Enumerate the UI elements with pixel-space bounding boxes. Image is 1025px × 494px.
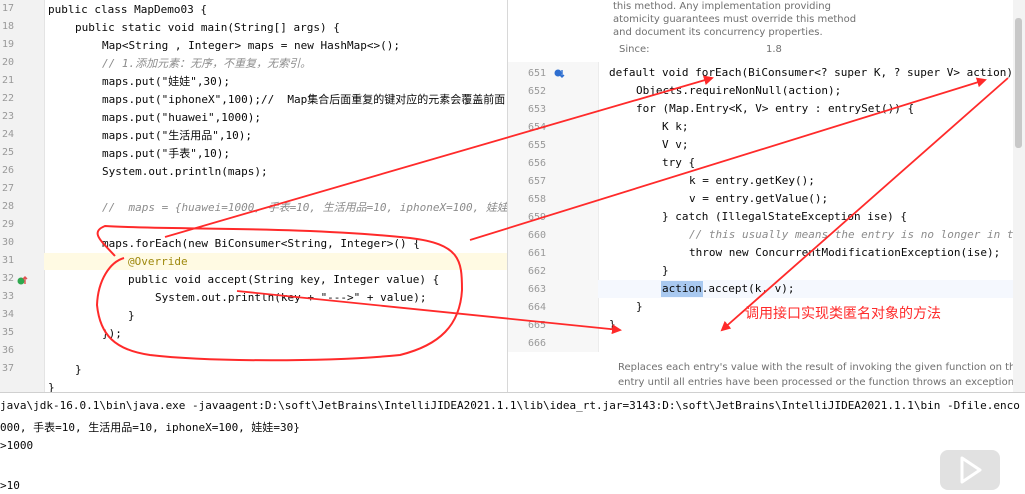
since-label: Since:	[619, 44, 650, 55]
line-number: 651	[527, 68, 546, 79]
line-number: 30	[1, 237, 14, 248]
line-number: 29	[1, 219, 14, 230]
line-number: 20	[1, 57, 14, 68]
line-number: 17	[1, 3, 14, 14]
code-line[interactable]: default void forEach(BiConsumer<? super …	[609, 66, 1013, 79]
line-number: 656	[527, 158, 546, 169]
line-number: 22	[1, 93, 14, 104]
code-line[interactable]: v = entry.getValue();	[689, 192, 828, 205]
code-line[interactable]: Objects.requireNonNull(action);	[636, 84, 841, 97]
line-number: 23	[1, 111, 14, 122]
line-number: 663	[527, 284, 546, 295]
code-line[interactable]: }	[636, 300, 643, 313]
line-number: 653	[527, 104, 546, 115]
line-number: 662	[527, 266, 546, 277]
left-gutter: 17 18 19 20 21 22 23 24 25 26 27 28 29 3…	[0, 0, 45, 392]
line-number: 18	[1, 21, 14, 32]
console-output-line: 000, 手表=10, 生活用品=10, iphoneX=100, 娃娃=30}	[0, 421, 300, 434]
code-line[interactable]: System.out.println(maps);	[102, 165, 268, 178]
scrollbar-thumb[interactable]	[1015, 18, 1022, 148]
code-line[interactable]: k = entry.getKey();	[689, 174, 815, 187]
line-number: 32	[1, 273, 14, 284]
current-line-highlight	[44, 253, 507, 270]
left-editor-pane[interactable]: 17 18 19 20 21 22 23 24 25 26 27 28 29 3…	[0, 0, 507, 392]
code-line[interactable]: maps.put("生活用品",10);	[102, 129, 252, 142]
annotation-label: 调用接口实现类匿名对象的方法	[745, 306, 941, 322]
line-number: 666	[527, 338, 546, 349]
run-console[interactable]: java\jdk-16.0.1\bin\java.exe -javaagent:…	[0, 392, 1025, 492]
line-number: 665	[527, 320, 546, 331]
javadoc-text: Replaces each entry's value with the res…	[618, 362, 1025, 388]
line-number: 19	[1, 39, 14, 50]
code-line[interactable]: for (Map.Entry<K, V> entry : entrySet())…	[636, 102, 914, 115]
line-number: 661	[527, 248, 546, 259]
implements-gutter-icon[interactable]	[16, 275, 30, 287]
code-line[interactable]: public class MapDemo03 {	[48, 3, 207, 16]
override-gutter-icon[interactable]	[553, 67, 567, 79]
line-number: 36	[1, 345, 14, 356]
vertical-scrollbar[interactable]	[1013, 0, 1025, 392]
code-line[interactable]: }	[75, 363, 82, 376]
line-number: 664	[527, 302, 546, 313]
code-line[interactable]: K k;	[662, 120, 689, 133]
play-icon	[960, 456, 982, 484]
code-line[interactable]: V v;	[662, 138, 689, 151]
code-line[interactable]: maps.forEach(new BiConsumer<String, Inte…	[102, 237, 420, 250]
javadoc-text: this method. Any implementation providin…	[613, 1, 857, 38]
line-number: 655	[527, 140, 546, 151]
video-play-button[interactable]	[940, 450, 1000, 490]
line-number: 21	[1, 75, 14, 86]
console-output-line: >1000	[0, 439, 34, 452]
code-line[interactable]: } catch (IllegalStateException ise) {	[662, 210, 907, 223]
code-line[interactable]: action.accept(k, v);	[662, 282, 794, 295]
code-line[interactable]: }	[128, 309, 135, 322]
line-number: 34	[1, 309, 14, 320]
code-comment[interactable]: // 1.添加元素：无序，不重复，无索引。	[102, 57, 311, 70]
code-comment[interactable]: // maps = {huawei=1000, 手表=10, 生活用品=10, …	[102, 201, 507, 214]
line-number: 27	[1, 183, 14, 194]
code-line[interactable]: public static void main(String[] args) {	[75, 21, 340, 34]
code-line[interactable]: Map<String , Integer> maps = new HashMap…	[102, 39, 400, 52]
line-number: 31	[1, 255, 14, 266]
line-number: 660	[527, 230, 546, 241]
line-number: 24	[1, 129, 14, 140]
line-number: 652	[527, 86, 546, 97]
line-number: 25	[1, 147, 14, 158]
line-number: 657	[527, 176, 546, 187]
code-line[interactable]: System.out.println(key + "--->" + value)…	[155, 291, 427, 304]
console-command-line: java\jdk-16.0.1\bin\java.exe -javaagent:…	[0, 399, 1020, 412]
code-line[interactable]: }	[609, 318, 616, 331]
line-number: 658	[527, 194, 546, 205]
code-line[interactable]: maps.put("娃娃",30);	[102, 75, 230, 88]
code-line[interactable]: }	[48, 381, 55, 392]
line-number: 35	[1, 327, 14, 338]
code-line[interactable]: maps.put("iphoneX",100);// Map集合后面重复的键对应…	[102, 93, 505, 106]
since-value: 1.8	[766, 44, 782, 55]
line-number: 33	[1, 291, 14, 302]
right-editor-pane[interactable]: this method. Any implementation providin…	[507, 0, 1025, 392]
code-line[interactable]: throw new ConcurrentModificationExceptio…	[689, 246, 1000, 259]
code-line[interactable]: });	[102, 327, 122, 340]
code-line[interactable]: maps.put("手表",10);	[102, 147, 230, 160]
code-comment[interactable]: // this usually means the entry is no lo…	[689, 228, 1014, 241]
code-line[interactable]: maps.put("huawei",1000);	[102, 111, 261, 124]
line-number: 26	[1, 165, 14, 176]
code-annotation[interactable]: @Override	[128, 255, 188, 268]
code-line[interactable]: try {	[662, 156, 695, 169]
line-number: 37	[1, 363, 14, 374]
code-line[interactable]: }	[662, 264, 669, 277]
line-number: 28	[1, 201, 14, 212]
code-line[interactable]: public void accept(String key, Integer v…	[128, 273, 439, 286]
line-number: 659	[527, 212, 546, 223]
line-number: 654	[527, 122, 546, 133]
console-output-line: >10	[0, 479, 20, 492]
